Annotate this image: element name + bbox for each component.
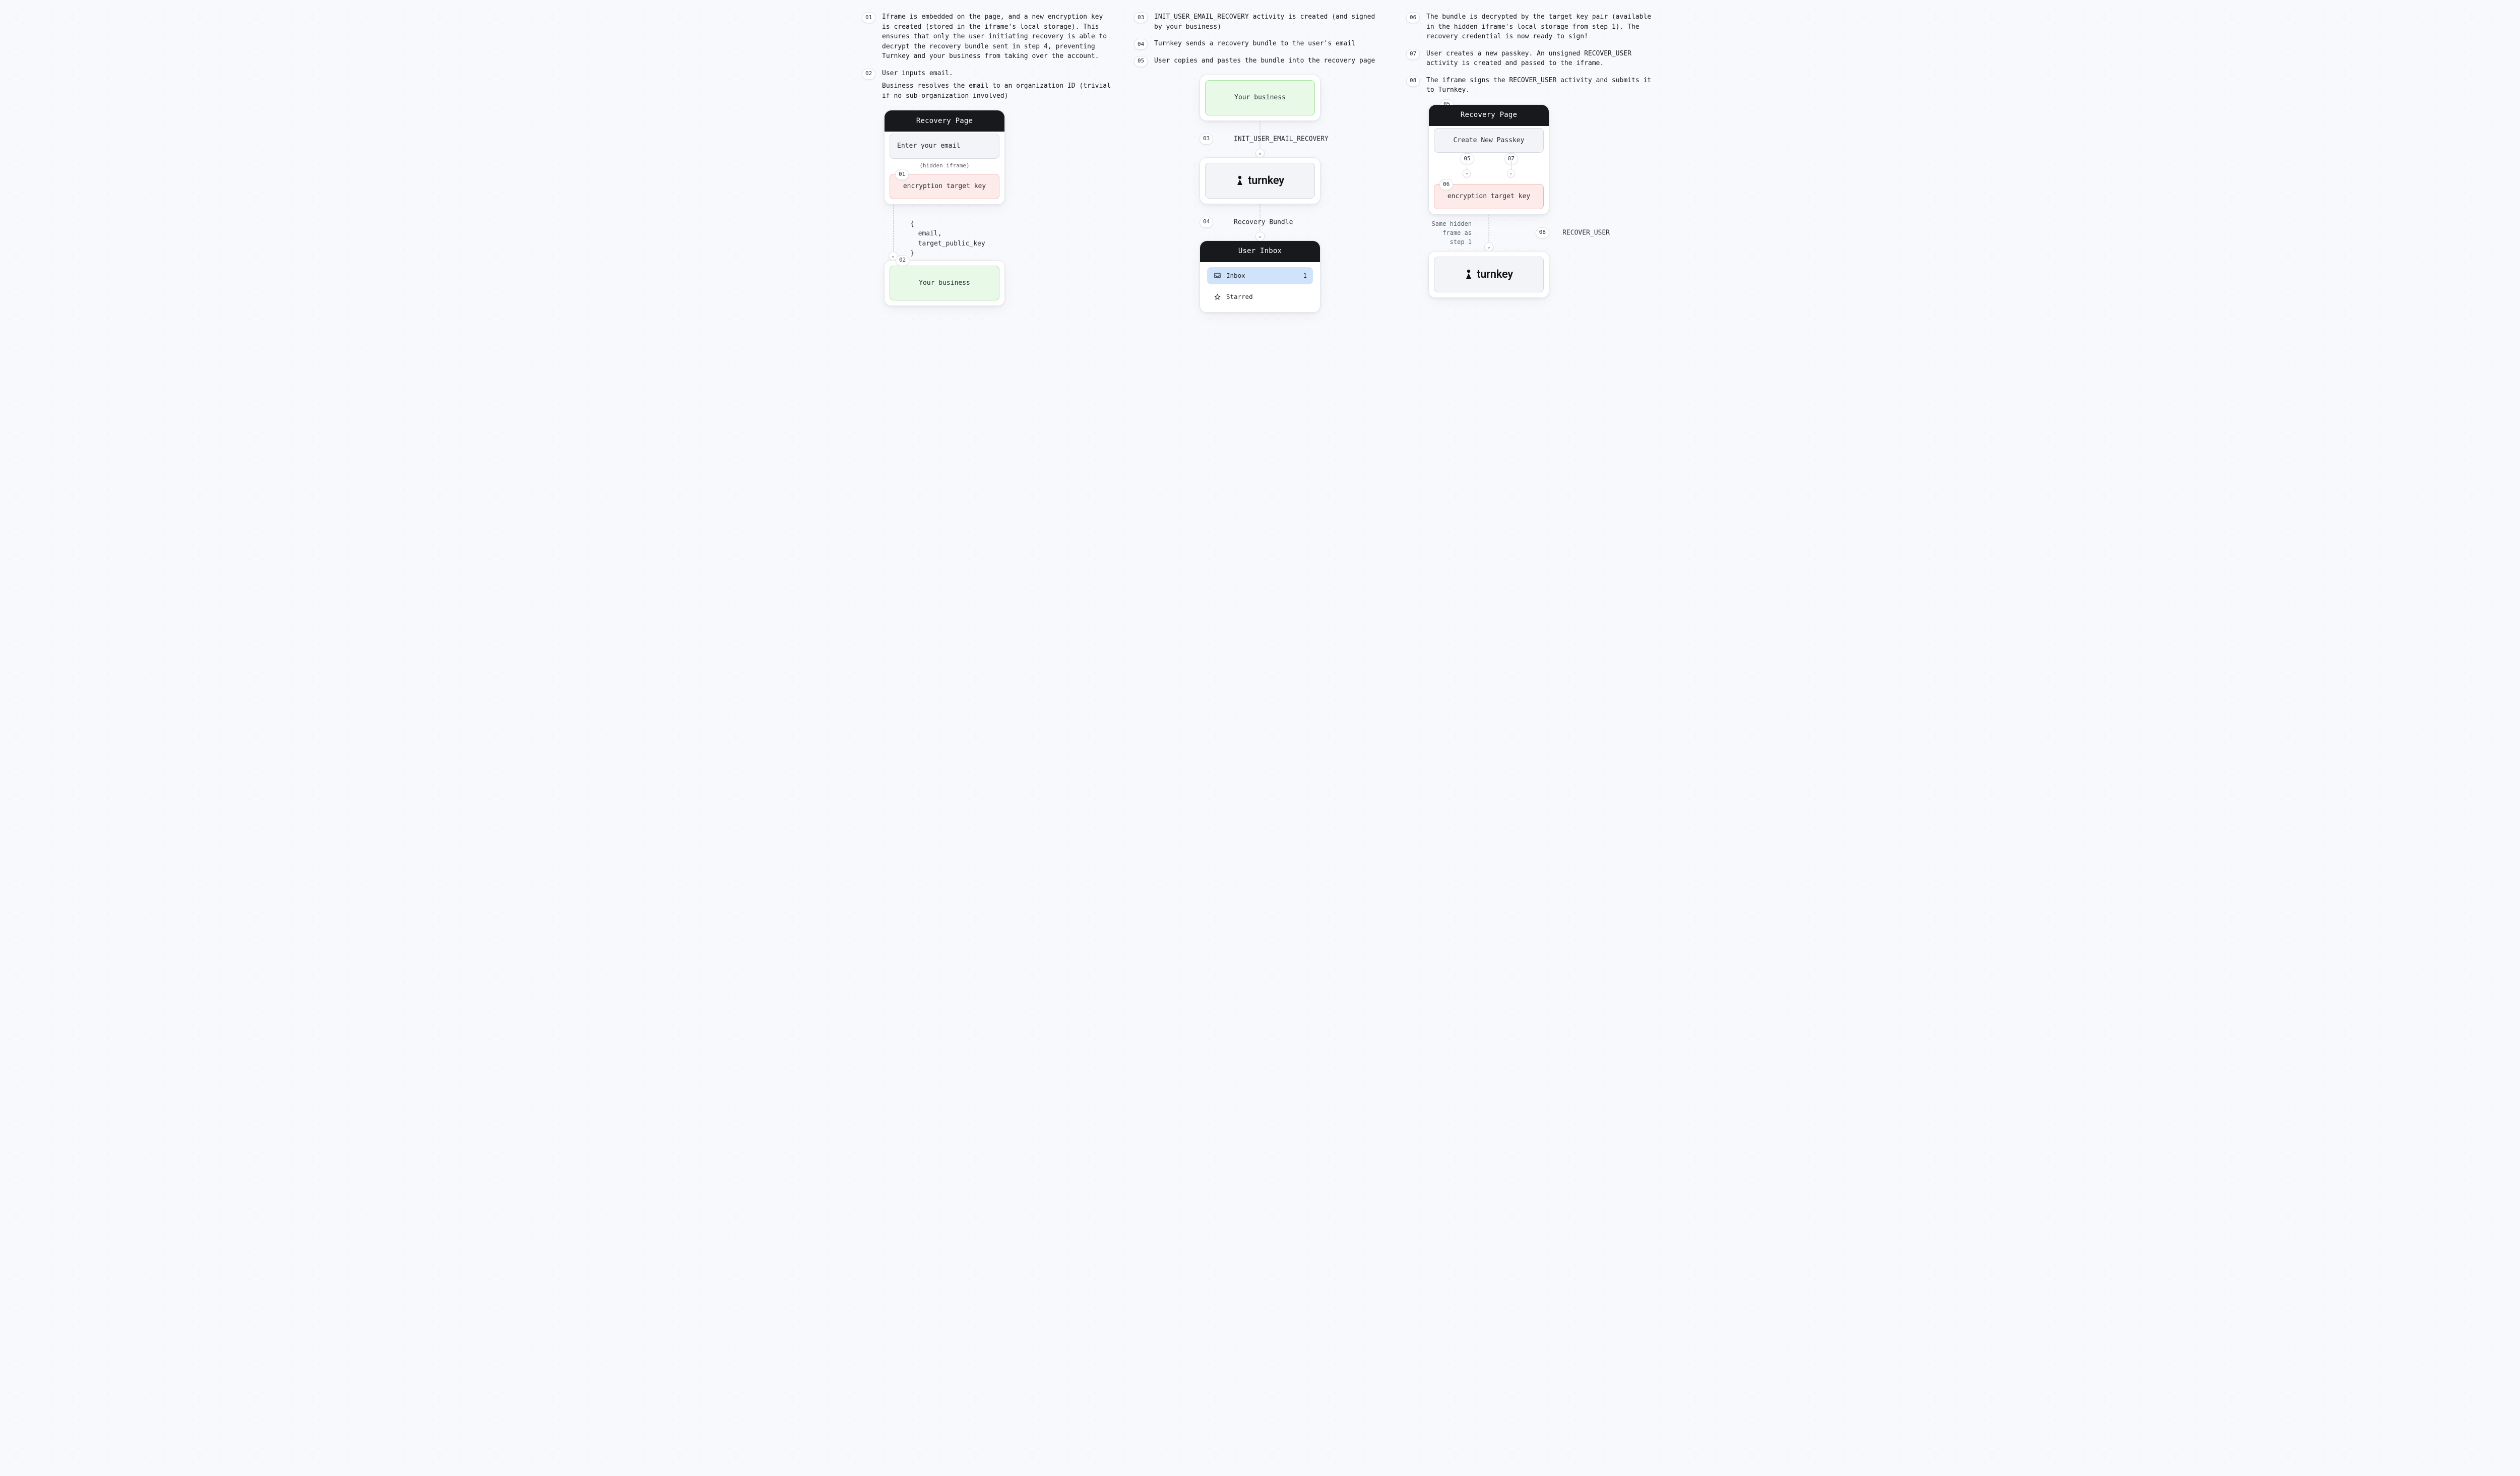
chevron-down-icon: ⌄ <box>1484 242 1493 252</box>
recovery-page-card-right: 05 Recovery Page Create New Passkey 05 0… <box>1428 104 1549 215</box>
step-badge-06: 06 <box>1406 12 1420 23</box>
connector-badge-04: 04 <box>1200 217 1213 228</box>
recovery-page-header: Recovery Page <box>885 110 1004 132</box>
encryption-target-key-right: 06 encryption target key <box>1434 184 1544 209</box>
slot-badge-06: 06 <box>1439 179 1453 190</box>
email-input[interactable]: Enter your email <box>890 134 999 159</box>
step-08: 08 The iframe signs the RECOVER_USER act… <box>1406 76 1658 95</box>
step-03: 03 INIT_USER_EMAIL_RECOVERY activity is … <box>1134 12 1386 32</box>
step-text-05: User copies and pastes the bundle into t… <box>1154 56 1386 66</box>
split-arrows: 05 07 ⌄ ⌄ <box>1434 159 1544 177</box>
turnkey-card-right: turnkey <box>1428 251 1549 298</box>
step-text-06: The bundle is decrypted by the target ke… <box>1426 12 1658 42</box>
right-stack: 05 Recovery Page Create New Passkey 05 0… <box>1428 104 1549 298</box>
turnkey-mark-icon <box>1465 269 1473 279</box>
user-inbox-card: User Inbox Inbox 1 <box>1200 240 1320 313</box>
encryption-target-key-label-right: encryption target key <box>1447 193 1530 200</box>
turnkey-logo: turnkey <box>1205 163 1315 199</box>
iframe-hint: (hidden iframe) <box>890 162 999 170</box>
step-badge-01: 01 <box>862 12 875 23</box>
chevron-down-icon: ⌄ <box>1255 149 1265 158</box>
chevron-down-icon: ⌄ <box>1255 232 1265 241</box>
step-01: 01 Iframe is embedded on the page, and a… <box>862 12 1114 61</box>
step-text-04: Turnkey sends a recovery bundle to the u… <box>1154 39 1386 49</box>
step-06: 06 The bundle is decrypted by the target… <box>1406 12 1658 42</box>
your-business-slot-left: Your business <box>890 266 999 301</box>
turnkey-card-mid: turnkey <box>1200 157 1320 204</box>
inbox-row-count: 1 <box>1303 271 1307 281</box>
chevron-down-icon: ⌄ <box>1463 169 1471 177</box>
step-text-02a: User inputs email. <box>882 69 1114 79</box>
recovery-page-header-right: Recovery Page <box>1429 105 1549 126</box>
middle-stack: Your business 03 INIT_USER_EMAIL_RECOVER… <box>1200 75 1320 313</box>
create-passkey-button[interactable]: Create New Passkey <box>1434 128 1544 153</box>
inbox-row-starred[interactable]: Starred <box>1207 288 1313 306</box>
column-right: 06 The bundle is decrypted by the target… <box>1406 12 1658 313</box>
your-business-card-mid: Your business <box>1200 75 1320 121</box>
starred-row-label: Starred <box>1226 292 1307 302</box>
turnkey-logo-right: turnkey <box>1434 257 1544 292</box>
inbox-list: Inbox 1 Starred <box>1205 264 1315 307</box>
connector-label-04: Recovery Bundle <box>1234 217 1293 227</box>
inbox-icon <box>1213 272 1221 280</box>
payload-json: { email, target_public_key } <box>910 219 985 259</box>
connector-03: 03 INIT_USER_EMAIL_RECOVERY ⌄ <box>1200 121 1320 157</box>
connector-badge-03: 03 <box>1200 134 1213 145</box>
step-badge-04: 04 <box>1134 39 1148 50</box>
same-frame-note: Same hidden frame as step 1 <box>1428 219 1472 247</box>
column-left: 01 Iframe is embedded on the page, and a… <box>862 12 1114 313</box>
step-badge-03: 03 <box>1134 12 1148 23</box>
your-business-slot-mid: Your business <box>1205 80 1315 115</box>
step-02: 02 User inputs email. Business resolves … <box>862 69 1114 101</box>
star-icon <box>1213 293 1221 301</box>
step-07: 07 User creates a new passkey. An unsign… <box>1406 49 1658 69</box>
connector-label-03: INIT_USER_EMAIL_RECOVERY <box>1234 134 1329 144</box>
inbox-row-inbox[interactable]: Inbox 1 <box>1207 267 1313 285</box>
flow-diagram: 01 Iframe is embedded on the page, and a… <box>862 12 1658 313</box>
connector-label-08: RECOVER_USER <box>1562 228 1610 238</box>
step-text-03: INIT_USER_EMAIL_RECOVERY activity is cre… <box>1154 12 1386 32</box>
chevron-down-icon: ⌄ <box>1507 169 1515 177</box>
step-badge-08: 08 <box>1406 76 1420 87</box>
turnkey-wordmark: turnkey <box>1248 172 1284 189</box>
connector-left-payload: ⌄ { email, target_public_key } <box>884 205 1005 260</box>
encryption-target-key: 01 encryption target key <box>890 174 999 199</box>
inbox-row-label: Inbox <box>1226 271 1298 281</box>
user-inbox-header: User Inbox <box>1200 241 1320 262</box>
slot-badge-02: 02 <box>896 255 909 266</box>
step-text-02b: Business resolves the email to an organi… <box>882 81 1114 101</box>
encryption-target-key-label: encryption target key <box>903 182 986 190</box>
step-text-01: Iframe is embedded on the page, and a ne… <box>882 12 1114 61</box>
your-business-card-left: 02 Your business <box>884 260 1005 306</box>
step-05: 05 User copies and pastes the bundle int… <box>1134 56 1386 66</box>
recovery-page-card: Recovery Page Enter your email (hidden i… <box>884 110 1005 205</box>
slot-badge-01: 01 <box>895 169 909 180</box>
turnkey-wordmark-right: turnkey <box>1477 266 1513 283</box>
step-badge-02: 02 <box>862 69 875 80</box>
connector-04: 04 Recovery Bundle ⌄ <box>1200 204 1320 240</box>
step-text-08: The iframe signs the RECOVER_USER activi… <box>1426 76 1658 95</box>
turnkey-mark-icon <box>1236 175 1244 186</box>
step-badge-07: 07 <box>1406 49 1420 60</box>
column-middle: 03 INIT_USER_EMAIL_RECOVERY activity is … <box>1134 12 1386 313</box>
connector-badge-08: 08 <box>1536 227 1549 238</box>
connector-08: 08 Same hidden frame as step 1 RECOVER_U… <box>1428 215 1549 251</box>
step-text-07: User creates a new passkey. An unsigned … <box>1426 49 1658 69</box>
step-badge-05: 05 <box>1134 56 1148 67</box>
left-stack: Recovery Page Enter your email (hidden i… <box>884 110 1005 306</box>
step-04: 04 Turnkey sends a recovery bundle to th… <box>1134 39 1386 49</box>
